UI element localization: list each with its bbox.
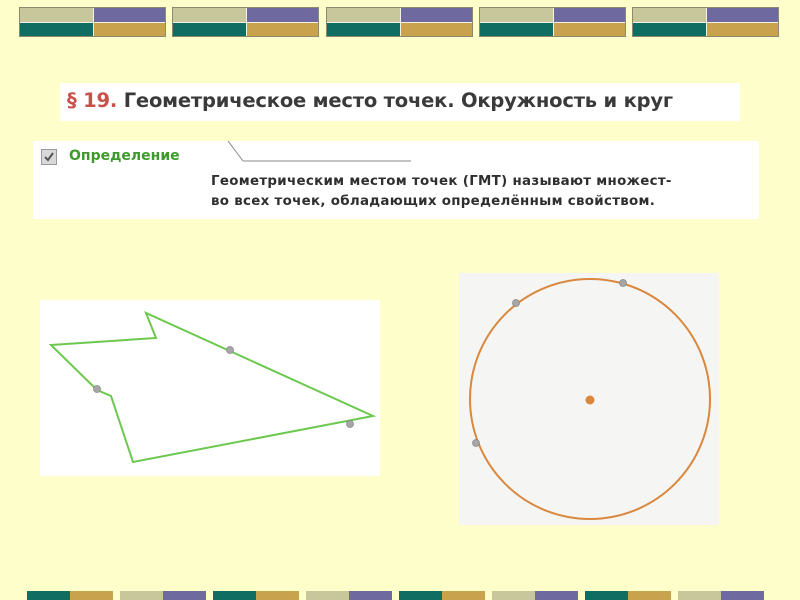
definition-label: Определение	[69, 148, 180, 164]
section-number: § 19.	[67, 89, 118, 112]
decorative-tile	[678, 591, 764, 600]
slide: § 19. Геометрическое место точек. Окружн…	[0, 0, 800, 600]
decorative-tile	[326, 7, 473, 37]
checkbox-icon	[41, 149, 57, 165]
decorative-tile	[399, 591, 485, 600]
polygon-point	[93, 385, 101, 393]
decorative-tile	[585, 591, 671, 600]
section-title: Геометрическое место точек. Окружность и…	[123, 89, 673, 112]
decorative-tile	[492, 591, 578, 600]
polygon-point	[226, 346, 234, 354]
polygon-figure	[40, 300, 380, 476]
decorative-tile	[172, 7, 319, 37]
circle-point	[619, 279, 627, 287]
definition-line: Геометрическим местом точек (ГМТ) называ…	[211, 174, 672, 189]
circle-figure	[459, 273, 719, 525]
decorative-tile	[479, 7, 626, 37]
decorative-tile	[19, 7, 166, 37]
decorative-tile	[120, 591, 206, 600]
decorative-tile	[306, 591, 392, 600]
title-box: § 19. Геометрическое место точек. Окружн…	[60, 83, 740, 121]
decorative-tile	[213, 591, 299, 600]
circle-center-point	[585, 395, 595, 405]
circle-point	[472, 439, 480, 447]
definition-text: Геометрическим местом точек (ГМТ) называ…	[211, 172, 756, 212]
decorative-tile	[632, 7, 779, 37]
decorative-tile	[27, 591, 113, 600]
definition-line: во всех точек, обладающих определённым с…	[211, 194, 656, 209]
page-title: § 19. Геометрическое место точек. Окружн…	[67, 89, 673, 112]
polygon-point	[346, 420, 354, 428]
circle-point	[512, 299, 520, 307]
definition-box: Определение Геометрическим местом точек …	[33, 141, 759, 219]
